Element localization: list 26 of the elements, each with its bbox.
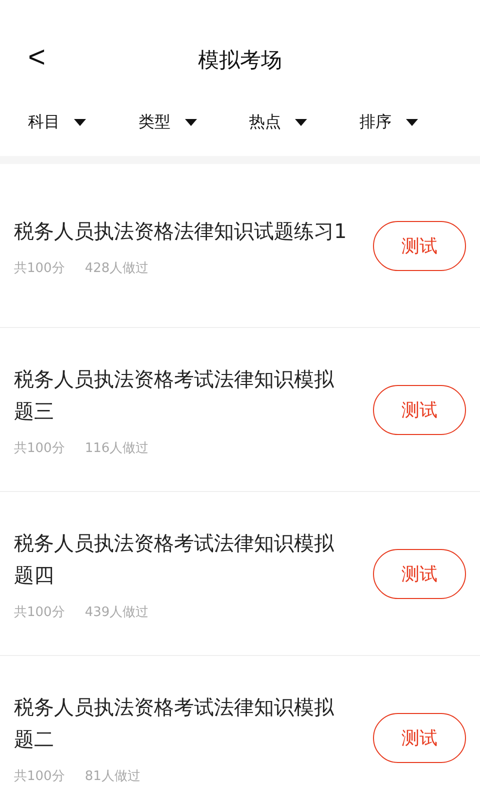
caret-icon: [74, 119, 86, 126]
back-button[interactable]: <: [22, 38, 52, 78]
total-score: 共100分: [14, 768, 65, 784]
page-title: 模拟考场: [198, 47, 282, 74]
test-button[interactable]: 测试: [373, 220, 466, 270]
caret-icon: [295, 119, 307, 126]
caret-icon: [184, 119, 196, 126]
total-score: 共100分: [14, 604, 65, 620]
attempt-count: 428人做过: [84, 260, 149, 276]
exam-title[interactable]: 税务人员执法资格考试法律知识模拟题三: [14, 362, 350, 426]
exam-title[interactable]: 税务人员执法资格考试法律知识模拟题四: [14, 526, 350, 590]
filter-dropdown[interactable]: 排序: [360, 112, 470, 133]
exam-title[interactable]: 税务人员执法资格考试法律知识模拟题二: [14, 690, 350, 754]
attempt-count: 81人做过: [84, 768, 140, 784]
test-button[interactable]: 测试: [373, 384, 466, 434]
attempt-count: 439人做过: [84, 604, 149, 620]
filter-dropdown[interactable]: 热点: [249, 112, 360, 133]
total-score: 共100分: [14, 440, 65, 456]
test-button[interactable]: 测试: [373, 712, 466, 762]
filter-dropdown[interactable]: 类型: [138, 112, 249, 133]
attempt-count: 116人做过: [84, 440, 149, 456]
caret-icon: [406, 119, 418, 126]
exam-title[interactable]: 税务人员执法资格法律知识试题练习1: [14, 214, 350, 246]
test-button[interactable]: 测试: [373, 548, 466, 598]
filter-dropdown[interactable]: 科目: [28, 112, 138, 133]
total-score: 共100分: [14, 260, 65, 276]
